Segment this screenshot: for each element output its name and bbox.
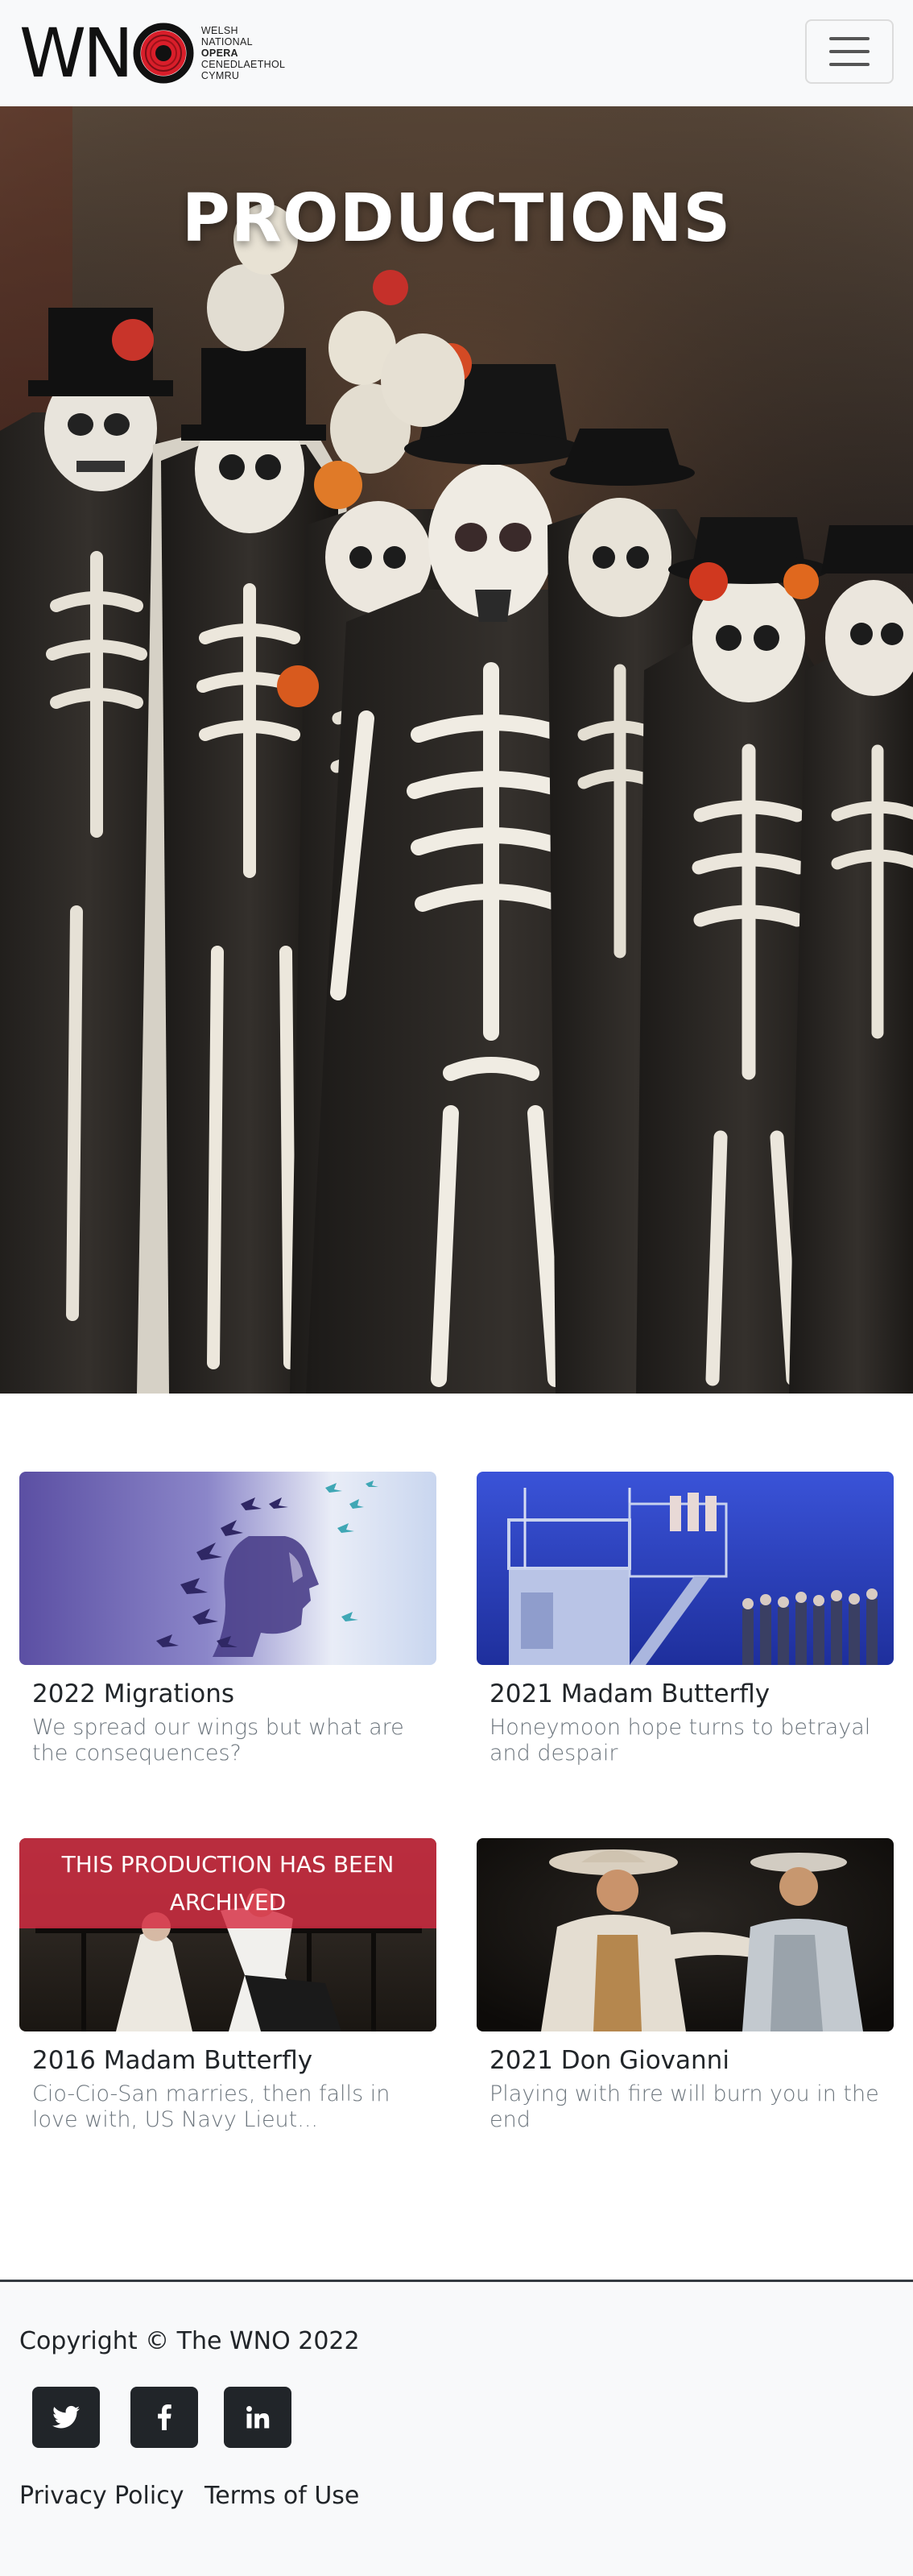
archived-badge: THIS PRODUCTION HAS BEEN ARCHIVED <box>19 1838 436 1928</box>
linkedin-button[interactable] <box>224 2387 291 2448</box>
production-card[interactable]: 2022 Migrations We spread our wings but … <box>19 1472 436 1766</box>
twitter-button[interactable] <box>32 2387 100 2448</box>
facebook-button[interactable] <box>130 2387 198 2448</box>
copyright-text: Copyright © The WNO 2022 <box>19 2327 360 2355</box>
production-description: Honeymoon hope turns to betrayal and des… <box>490 1715 871 1766</box>
production-image <box>477 1838 894 2031</box>
logo-text-line: CYMRU <box>200 70 240 81</box>
wno-logo[interactable]: WN WELSH NATIONAL OPERA CENEDLAETHOL CYM… <box>19 19 285 87</box>
hamburger-menu-icon-bar <box>829 63 870 66</box>
production-image <box>19 1472 436 1665</box>
logo-o-ring-icon <box>132 22 195 85</box>
logo-wordmark: WELSH NATIONAL OPERA CENEDLAETHOL CYMRU <box>201 25 285 81</box>
navbar-toggler-button[interactable] <box>805 19 894 84</box>
production-title[interactable]: 2021 Don Giovanni <box>490 2044 729 2077</box>
production-description: Cio-Cio-San marries, then falls in love … <box>32 2081 390 2132</box>
production-title[interactable]: 2021 Madam Butterfly <box>490 1678 770 1710</box>
privacy-policy-link[interactable]: Privacy Policy <box>19 2482 184 2510</box>
logo-text-line: CENEDLAETHOL <box>200 59 286 70</box>
hamburger-menu-icon <box>829 37 870 40</box>
page-title: PRODUCTIONS <box>181 180 732 257</box>
logo-text-line: WELSH <box>200 25 238 36</box>
production-card[interactable]: 2021 Don Giovanni Playing with fire will… <box>477 1838 894 2132</box>
logo-text-line: NATIONAL <box>200 36 253 48</box>
production-title[interactable]: 2016 Madam Butterfly <box>32 2044 312 2077</box>
terms-of-use-link[interactable]: Terms of Use <box>204 2482 359 2510</box>
production-image <box>477 1472 894 1665</box>
hero-image-skeleton-chorus <box>0 106 913 1394</box>
production-title[interactable]: 2022 Migrations <box>32 1678 234 1710</box>
production-card[interactable]: 2021 Madam Butterfly Honeymoon hope turn… <box>477 1472 894 1766</box>
production-card[interactable]: THIS PRODUCTION HAS BEEN ARCHIVED 2016 M… <box>19 1838 436 2132</box>
footer: Copyright © The WNO 2022 Privacy Policy … <box>0 2280 913 2576</box>
production-image: THIS PRODUCTION HAS BEEN ARCHIVED <box>19 1838 436 2031</box>
hamburger-menu-icon-bar <box>829 50 870 53</box>
hero-banner: PRODUCTIONS <box>0 106 913 1394</box>
facebook-icon <box>158 2404 171 2430</box>
production-description: We spread our wings but what are the con… <box>32 1715 404 1766</box>
navbar: WN WELSH NATIONAL OPERA CENEDLAETHOL CYM… <box>0 0 913 106</box>
production-description: Playing with fire will burn you in the e… <box>490 2081 879 2132</box>
logo-wn-letters: WN <box>19 14 134 93</box>
linkedin-icon <box>246 2406 270 2429</box>
logo-text-line: OPERA <box>200 48 238 59</box>
twitter-icon <box>52 2405 80 2429</box>
